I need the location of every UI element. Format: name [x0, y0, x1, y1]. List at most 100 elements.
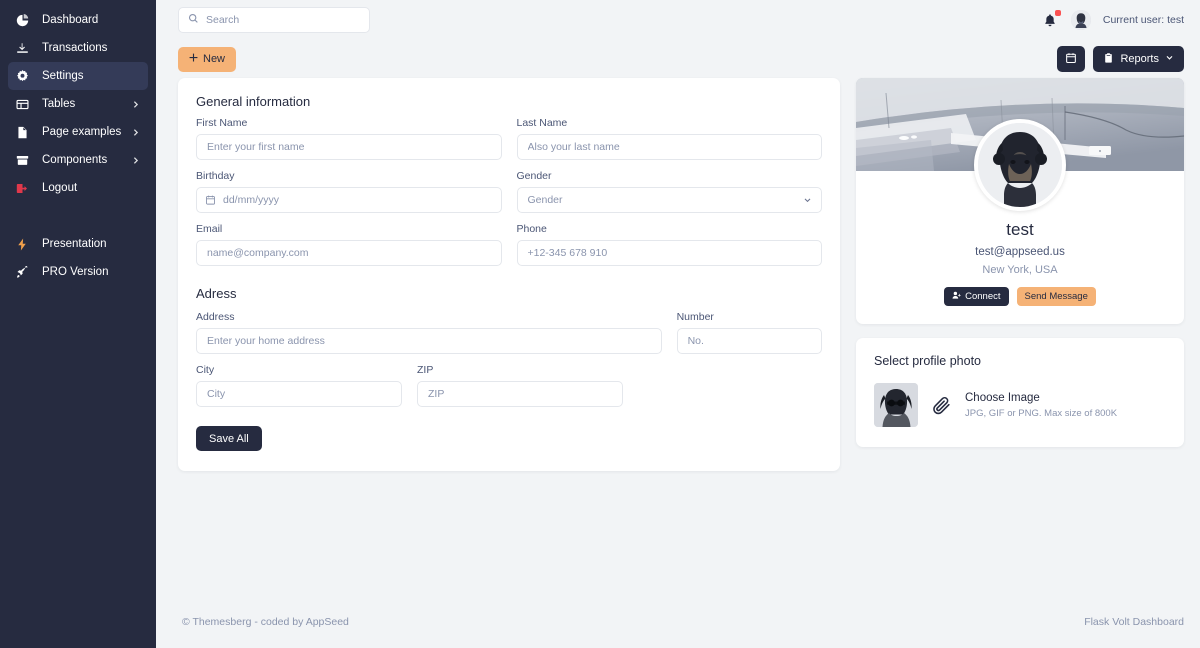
profile-location: New York, USA: [982, 264, 1058, 276]
field-city: City: [196, 364, 402, 407]
first-name-input[interactable]: [196, 134, 502, 160]
last-name-input[interactable]: [516, 134, 822, 160]
footer-right-text[interactable]: Flask Volt Dashboard: [1084, 616, 1184, 628]
document-icon: [16, 125, 33, 139]
profile-actions: Connect Send Message: [856, 287, 1184, 306]
chevron-down-icon: [1165, 53, 1174, 65]
topbar-right: Current user: test: [1043, 10, 1184, 30]
pie-chart-icon: [16, 13, 33, 27]
last-name-label: Last Name: [516, 117, 568, 129]
main-area: Current user: test New: [156, 0, 1200, 648]
form-row-email-phone: Email Phone: [196, 223, 822, 276]
notifications-button[interactable]: [1043, 10, 1061, 29]
logout-icon: [16, 181, 33, 195]
field-gender: Gender Gender: [516, 170, 822, 213]
actionbar: New Reports: [156, 40, 1200, 78]
sidebar-item-label: Settings: [42, 70, 84, 82]
sidebar-item-label: Dashboard: [42, 14, 99, 26]
sidebar-item-settings[interactable]: Settings: [8, 62, 148, 90]
footer-left-text: © Themesberg - coded by AppSeed: [182, 616, 349, 628]
sidebar-item-tables[interactable]: Tables: [8, 90, 148, 118]
sidebar-item-dashboard[interactable]: Dashboard: [8, 6, 148, 34]
sidebar: Dashboard Transactions Settings Tables P…: [0, 0, 156, 648]
select-profile-photo-title: Select profile photo: [874, 354, 982, 368]
choose-image-hint: JPG, GIF or PNG. Max size of 800K: [965, 407, 1118, 419]
search-box[interactable]: [178, 7, 370, 33]
choose-image-label[interactable]: Choose Image: [965, 392, 1117, 404]
zip-label: ZIP: [417, 364, 434, 376]
gender-label: Gender: [516, 170, 552, 182]
general-information-card: General information First Name Last Name: [178, 78, 840, 471]
search-icon: [188, 11, 199, 29]
connect-button[interactable]: Connect: [944, 287, 1009, 306]
sidebar-item-label: Page examples: [42, 126, 122, 138]
address-input[interactable]: [196, 328, 662, 354]
general-information-title: General information: [196, 94, 311, 109]
app-root: Dashboard Transactions Settings Tables P…: [0, 0, 1200, 648]
sidebar-item-label: PRO Version: [42, 266, 109, 278]
reports-button[interactable]: Reports: [1093, 46, 1184, 72]
clipboard-icon: [1103, 52, 1114, 67]
city-input[interactable]: [196, 381, 402, 407]
photo-thumbnail: [874, 383, 918, 427]
profile-avatar-wrap: [856, 119, 1184, 211]
table-icon: [16, 97, 33, 111]
download-icon: [16, 41, 33, 55]
new-button[interactable]: New: [178, 46, 237, 72]
sidebar-item-label: Transactions: [42, 42, 108, 54]
sidebar-item-label: Components: [42, 154, 108, 166]
settings-form: First Name Last Name Birthday: [178, 115, 840, 471]
calendar-icon: [1065, 52, 1077, 67]
avatar[interactable]: [1070, 10, 1091, 30]
search-input[interactable]: [206, 14, 360, 26]
profile-card: test test@appseed.us New York, USA Conne…: [856, 78, 1184, 324]
calendar-button[interactable]: [1057, 46, 1086, 72]
profile-avatar: [974, 119, 1066, 211]
topbar: Current user: test: [156, 0, 1200, 40]
chevron-right-icon: [131, 156, 140, 165]
paperclip-icon: [931, 395, 952, 416]
form-row-city-zip: City ZIP: [196, 364, 822, 417]
number-input[interactable]: [676, 328, 822, 354]
field-birthday: Birthday: [196, 170, 502, 213]
address-section-title: Adress: [196, 286, 237, 301]
birthday-input[interactable]: [196, 187, 502, 213]
sidebar-item-transactions[interactable]: Transactions: [8, 34, 148, 62]
form-row-address: Address Number: [196, 311, 822, 364]
sidebar-item-components[interactable]: Components: [8, 146, 148, 174]
sidebar-item-pro-version[interactable]: PRO Version: [8, 258, 148, 286]
user-plus-icon: [952, 291, 961, 303]
gender-select[interactable]: Gender: [516, 187, 822, 213]
city-label: City: [196, 364, 215, 376]
email-label: Email: [196, 223, 223, 235]
right-column: test test@appseed.us New York, USA Conne…: [856, 78, 1184, 447]
zip-input[interactable]: [417, 381, 623, 407]
sidebar-item-presentation[interactable]: Presentation: [8, 230, 148, 258]
field-first-name: First Name: [196, 117, 502, 160]
form-row-birthday-gender: Birthday Gender: [196, 170, 822, 223]
phone-label: Phone: [516, 223, 547, 235]
field-number: Number: [676, 311, 822, 354]
profile-email: test@appseed.us: [975, 246, 1065, 258]
reports-button-label: Reports: [1120, 53, 1159, 65]
current-user-label: Current user: test: [1102, 14, 1184, 26]
sidebar-divider-space: [0, 202, 156, 230]
photo-upload-row[interactable]: Choose Image JPG, GIF or PNG. Max size o…: [874, 383, 1166, 427]
email-input[interactable]: [196, 240, 502, 266]
select-profile-photo-card: Select profile photo Choose Image JPG, G…: [856, 338, 1184, 447]
rocket-icon: [16, 265, 33, 279]
field-zip: ZIP: [417, 364, 623, 407]
phone-input[interactable]: [516, 240, 822, 266]
send-message-button[interactable]: Send Message: [1016, 287, 1096, 306]
chevron-right-icon: [131, 100, 140, 109]
sidebar-item-page-examples[interactable]: Page examples: [8, 118, 148, 146]
chevron-right-icon: [131, 128, 140, 137]
bolt-icon: [16, 237, 33, 251]
new-button-label: New: [203, 53, 226, 65]
gear-icon: [16, 69, 33, 83]
sidebar-item-label: Logout: [42, 182, 78, 194]
field-email: Email: [196, 223, 502, 266]
sidebar-item-logout[interactable]: Logout: [8, 174, 148, 202]
save-all-button[interactable]: Save All: [196, 426, 262, 451]
archive-icon: [16, 153, 33, 167]
